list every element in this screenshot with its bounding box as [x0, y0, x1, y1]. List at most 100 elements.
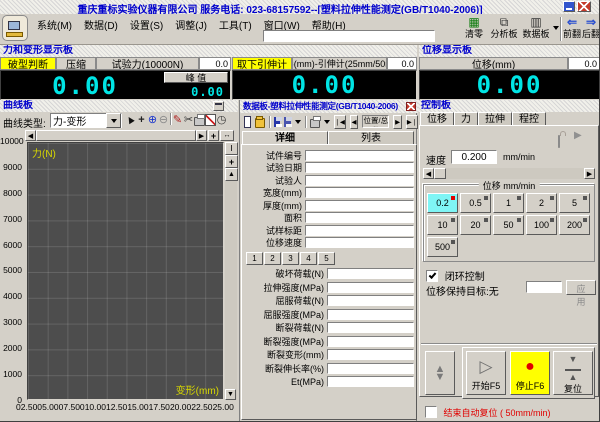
result-field-input[interactable] — [327, 349, 414, 360]
speed-button-0.2[interactable]: 0.2 — [427, 193, 458, 213]
zoom-x-expand-button[interactable]: + — [208, 130, 219, 141]
slider-left-arrow[interactable]: ◀ — [423, 168, 434, 179]
pan-tool-icon[interactable]: + — [136, 113, 147, 126]
minimize-button[interactable] — [563, 1, 575, 12]
speed-button-2[interactable]: 2 — [526, 193, 557, 213]
compression-button[interactable]: 压缩 — [56, 57, 96, 70]
specimen-tab-1[interactable]: 2 — [264, 252, 281, 265]
result-field-input[interactable] — [327, 268, 414, 279]
result-field-input[interactable] — [327, 376, 414, 387]
slider-thumb[interactable] — [434, 168, 446, 179]
pen-tool-icon[interactable]: ✎ — [172, 113, 183, 126]
hold-target-input[interactable] — [526, 281, 562, 293]
detail-field-input[interactable] — [305, 187, 414, 198]
menu-item-0[interactable]: 系统(M) — [31, 16, 78, 33]
speed-button-10[interactable]: 10 — [427, 215, 458, 235]
refresh-timer-icon[interactable]: ◷ — [216, 113, 227, 126]
speed-button-200[interactable]: 200 — [559, 215, 590, 235]
hscroll-left-arrow[interactable]: ◀ — [25, 130, 36, 141]
speed-button-50[interactable]: 50 — [493, 215, 524, 235]
start-button[interactable]: ▷ 开始F5 — [466, 351, 506, 395]
specimen-tab-3[interactable]: 4 — [300, 252, 317, 265]
open-file-icon[interactable] — [255, 118, 265, 128]
speed-button-20[interactable]: 20 — [460, 215, 491, 235]
speed-button-0.5[interactable]: 0.5 — [460, 193, 491, 213]
print-dropdown-icon[interactable] — [324, 120, 330, 124]
result-field-input[interactable] — [327, 309, 414, 320]
slider-right-arrow[interactable]: ▶ — [584, 168, 595, 179]
result-field-input[interactable] — [327, 363, 414, 374]
curve-type-dropdown-icon[interactable] — [106, 113, 121, 128]
nav-next-button[interactable]: ▶ — [393, 115, 402, 129]
new-record-icon[interactable] — [244, 116, 251, 128]
menu-item-3[interactable]: 调整(J) — [169, 16, 213, 33]
vscroll-track[interactable]: Ⅰ + ▲ ▼ — [225, 142, 237, 400]
detail-field-input[interactable] — [305, 175, 414, 186]
nav-last-button[interactable]: ▶❘ — [406, 115, 418, 129]
menu-item-1[interactable]: 数据(D) — [78, 16, 124, 33]
clear-zero-button[interactable]: ▦ 清零 — [461, 16, 487, 39]
zoom-y-expand-button[interactable]: + — [225, 155, 238, 168]
detail-field-input[interactable] — [305, 212, 414, 223]
detail-field-input[interactable] — [305, 200, 414, 211]
peak-value-button[interactable]: 峰 值 — [164, 72, 228, 83]
crosshead-updown-button[interactable]: ▲ ▼ — [425, 351, 455, 395]
vscroll-down-arrow[interactable]: ▼ — [225, 389, 236, 400]
play-small-icon[interactable]: ▶ — [574, 130, 582, 141]
export-icon[interactable] — [284, 117, 291, 127]
remove-extensometer-button[interactable]: 取下引伸计 — [232, 57, 292, 70]
specimen-tab-0[interactable]: 1 — [246, 252, 263, 265]
data-board-button[interactable]: ▥ 数据板 — [521, 16, 551, 39]
detail-field-input[interactable] — [305, 162, 414, 173]
nav-prev-button[interactable]: ◀ — [350, 115, 359, 129]
scissors-tool-icon[interactable]: ✂ — [183, 113, 194, 126]
speed-value-box[interactable]: 0.200 — [451, 150, 497, 164]
zoom-out-icon[interactable]: ⊖ — [158, 113, 169, 126]
close-button[interactable] — [577, 1, 591, 12]
speed-button-1[interactable]: 1 — [493, 193, 524, 213]
specimen-tab-4[interactable]: 5 — [318, 252, 335, 265]
stop-button[interactable]: ● 停止F6 — [510, 351, 550, 395]
closed-loop-checkbox[interactable] — [426, 270, 438, 282]
auto-reset-checkbox[interactable] — [425, 406, 437, 418]
fit-width-button[interactable]: ↔ — [220, 130, 234, 141]
nav-first-button[interactable]: ❘◀ — [334, 115, 346, 129]
page-next-button[interactable]: ⇒ 后翻 — [582, 16, 600, 39]
save-dropdown-icon[interactable] — [295, 120, 301, 124]
hscroll-thumb[interactable] — [36, 130, 196, 141]
page-prev-button[interactable]: ⇐ 前翻 — [563, 16, 581, 39]
vscroll-up-arrow[interactable]: ▲ — [225, 168, 238, 181]
curve-panel-window-icon[interactable] — [213, 101, 224, 111]
data-panel-close-icon[interactable] — [406, 102, 416, 111]
save-icon[interactable] — [274, 117, 281, 127]
reset-button[interactable]: ▼▲ 复位 — [553, 351, 593, 395]
data-board-dropdown-icon[interactable] — [553, 26, 559, 30]
curve-type-select[interactable]: 力-变形 — [50, 113, 122, 128]
result-field-input[interactable] — [327, 282, 414, 293]
speed-button-100[interactable]: 100 — [526, 215, 557, 235]
specimen-tab-2[interactable]: 3 — [282, 252, 299, 265]
print-curve-icon[interactable] — [194, 113, 205, 126]
result-field-input[interactable] — [327, 322, 414, 333]
print-icon[interactable] — [310, 119, 320, 128]
menu-item-4[interactable]: 工具(T) — [213, 16, 258, 33]
speed-slider[interactable]: ◀ ▶ — [423, 168, 595, 179]
menu-item-2[interactable]: 设置(S) — [124, 16, 169, 33]
result-field-input[interactable] — [327, 295, 414, 306]
speed-button-5[interactable]: 5 — [559, 193, 590, 213]
fit-height-button[interactable]: Ⅰ — [225, 142, 238, 155]
hscroll-right-arrow[interactable]: ▶ — [196, 130, 207, 141]
plot-area[interactable]: 力(N) 变形(mm) — [27, 142, 224, 400]
analysis-board-button[interactable]: ⧉ 分析板 — [489, 16, 519, 39]
zoom-in-icon[interactable]: ⊕ — [147, 113, 158, 126]
pointer-tool-icon[interactable]: ▲ — [125, 113, 136, 126]
speed-button-500[interactable]: 500 — [427, 237, 458, 257]
detail-field-input[interactable] — [305, 225, 414, 236]
result-field-row: 断裂伸长率(%) — [244, 362, 414, 376]
apply-button[interactable]: 应用 — [566, 280, 596, 295]
result-field-input[interactable] — [327, 336, 414, 347]
break-judge-button[interactable]: 破型判断 — [0, 57, 56, 70]
detail-field-input[interactable] — [305, 237, 414, 248]
detail-field-input[interactable] — [305, 150, 414, 161]
chart-line-icon[interactable] — [205, 113, 216, 126]
